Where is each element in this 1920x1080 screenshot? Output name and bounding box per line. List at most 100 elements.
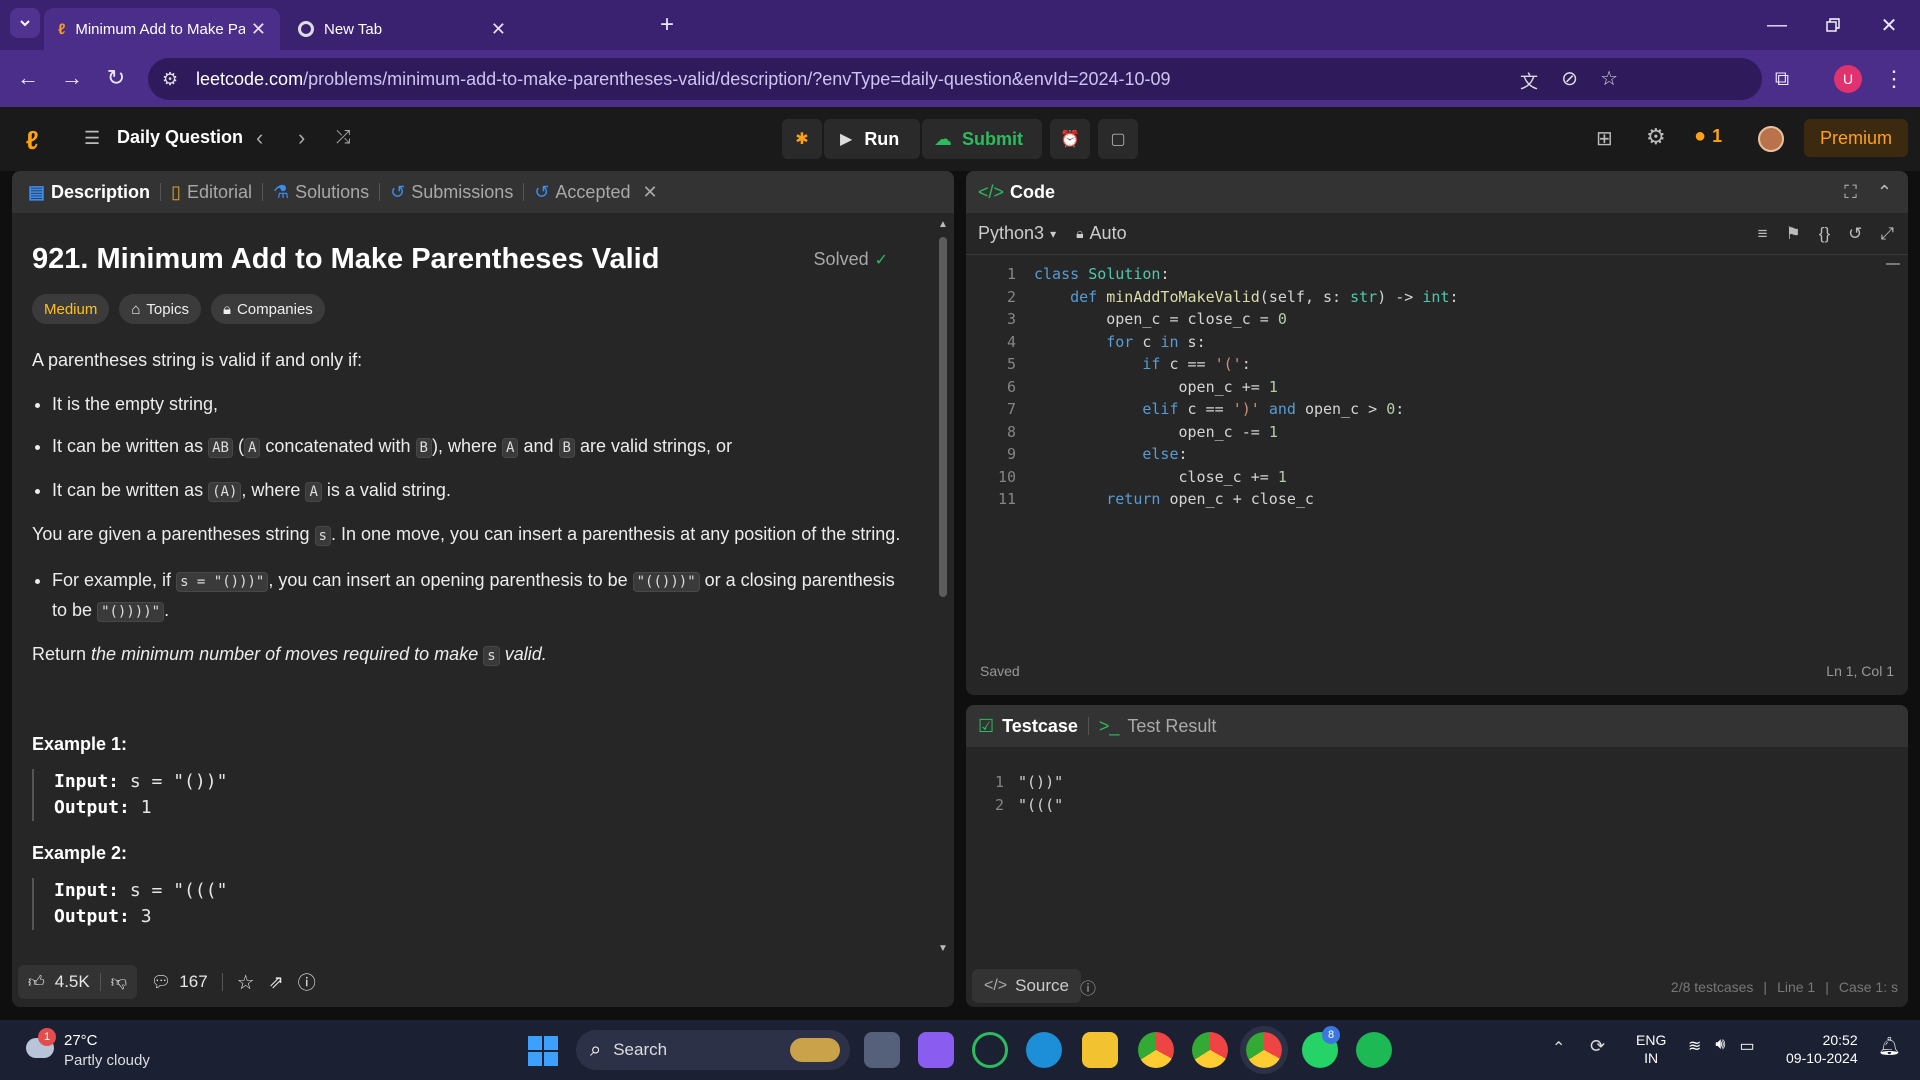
notes-button[interactable]: ▢ <box>1098 119 1138 159</box>
tab-search-button[interactable] <box>10 8 40 38</box>
timer-button[interactable]: ⏰ <box>1050 119 1090 159</box>
chrome-profile-icon[interactable] <box>1192 1032 1228 1068</box>
close-tab-icon[interactable]: ✕ <box>491 19 506 40</box>
tab-accepted[interactable]: ↺ Accepted ✕ <box>524 182 667 203</box>
example-block: Input: s = "())" Output: 1 <box>32 769 922 821</box>
extensions-icon[interactable]: ⧉ <box>1766 63 1798 95</box>
braces-icon[interactable]: {} <box>1819 224 1830 244</box>
chrome-icon[interactable] <box>1138 1032 1174 1068</box>
url-bar[interactable]: ⚙ leetcode.com/problems/minimum-add-to-m… <box>148 58 1762 100</box>
taskbar-search[interactable]: ⌕ Search <box>576 1030 850 1070</box>
forward-button[interactable]: → <box>56 62 88 94</box>
paragraph-emphasis: valid. <box>504 644 547 664</box>
site-info-icon[interactable]: ⚙ <box>162 69 178 90</box>
prev-problem-chevron-left-icon[interactable]: ‹ <box>256 125 263 151</box>
edge-icon[interactable] <box>1026 1032 1062 1068</box>
code-panel: </> Code ⛶ ⌃ Python3 ▾ 🔒︎ Auto ≡ ⚑ {} ↺ ⤢ … <box>966 171 1908 695</box>
topics-label: Topics <box>146 300 189 318</box>
format-lines-icon[interactable]: ≡ <box>1758 224 1768 244</box>
file-explorer-icon[interactable] <box>1082 1032 1118 1068</box>
close-window-button[interactable]: ✕ <box>1874 10 1904 40</box>
back-button[interactable]: ← <box>12 62 44 94</box>
line-number: 3 <box>1006 310 1016 328</box>
tab-testcase[interactable]: ☑ Testcase <box>978 716 1078 737</box>
profile-avatar[interactable]: U <box>1834 65 1862 93</box>
chrome-active-icon[interactable] <box>1240 1026 1288 1074</box>
tab-submissions[interactable]: ↺ Submissions <box>380 182 523 203</box>
user-avatar[interactable] <box>1758 126 1784 152</box>
tab-description[interactable]: ▤ Description <box>18 182 160 203</box>
star-icon[interactable]: ☆ <box>237 970 255 995</box>
leetcode-logo[interactable]: ℓ <box>26 125 39 156</box>
restore-button[interactable] <box>1818 10 1848 40</box>
bookmark-star-icon[interactable]: ☆ <box>1600 66 1618 91</box>
thumbs-up-icon[interactable]: 👍︎ <box>28 973 45 992</box>
spotify-icon[interactable] <box>1356 1032 1392 1068</box>
help-icon[interactable]: ⓘ <box>298 969 316 995</box>
output-label: Output: <box>54 797 130 818</box>
share-icon[interactable]: ⇗ <box>269 972 284 993</box>
weather-widget[interactable]: 1 <box>22 1028 58 1066</box>
clock[interactable]: 20:52 09-10-2024 <box>1786 1031 1858 1067</box>
maximize-icon[interactable]: ⛶ <box>1844 182 1857 203</box>
code-editor[interactable]: 1 class Solution: 2 def minAddToMakeValid(… <box>966 263 1896 511</box>
shuffle-icon[interactable]: ⤮ <box>336 127 350 148</box>
problem-title[interactable]: 921. Minimum Add to Make Parentheses Val… <box>32 243 659 276</box>
close-tab-icon[interactable]: ✕ <box>251 19 266 40</box>
tab-new-tab[interactable]: New Tab ✕ <box>284 8 520 50</box>
app-circle-icon[interactable] <box>972 1032 1008 1068</box>
topics-chip[interactable]: ⌂ Topics <box>119 294 201 324</box>
expand-icon[interactable]: ⤢ <box>1880 224 1894 244</box>
menu-kebab-icon[interactable]: ⋮ <box>1880 63 1908 95</box>
code-line: 8 open_c -= 1 <box>966 421 1896 444</box>
date: 09-10-2024 <box>1786 1050 1858 1066</box>
close-tab-icon[interactable]: ✕ <box>642 182 657 203</box>
autocomplete-mode[interactable]: 🔒︎ Auto <box>1076 223 1126 244</box>
debug-button[interactable]: ✱ <box>782 119 822 159</box>
thumbs-down-icon[interactable]: 👎︎ <box>111 973 127 992</box>
language-indicator[interactable]: ENG IN <box>1636 1031 1666 1067</box>
scroll-up-icon[interactable]: ▲ <box>938 219 948 230</box>
reset-icon[interactable]: ↺ <box>1848 224 1862 244</box>
scroll-down-icon[interactable]: ▼ <box>938 943 948 954</box>
start-button[interactable] <box>528 1036 558 1066</box>
bookmark-icon[interactable]: ⚑ <box>1786 224 1801 244</box>
task-view-icon[interactable] <box>864 1032 900 1068</box>
tab-test-result[interactable]: >_ Test Result <box>1099 716 1217 737</box>
language-select[interactable]: Python3 ▾ <box>978 223 1056 244</box>
scrollbar[interactable]: ▲ ▼ <box>936 219 950 959</box>
tray-chevron-up-icon[interactable]: ⌃ <box>1552 1038 1565 1058</box>
premium-button[interactable]: Premium <box>1804 119 1908 157</box>
new-tab-button[interactable]: + <box>652 10 682 40</box>
notifications-bell-icon[interactable]: 🔔︎ <box>1878 1036 1901 1057</box>
minimize-button[interactable]: — <box>1762 10 1792 40</box>
translate-icon[interactable]: 文 <box>1520 68 1538 94</box>
streak-counter[interactable]: ● 1 <box>1694 125 1722 148</box>
next-problem-chevron-right-icon[interactable]: › <box>298 125 305 151</box>
testcase-editor[interactable]: 1 "())" 2 "(((" <box>966 771 1886 816</box>
submit-button[interactable]: ☁ Submit <box>922 119 1042 159</box>
tab-leetcode[interactable]: ℓ Minimum Add to Make Parenth ✕ <box>44 8 280 50</box>
tab-editorial[interactable]: ▯ Editorial <box>161 182 262 203</box>
source-button[interactable]: </> Source <box>972 969 1082 1003</box>
companies-chip[interactable]: 🔒︎ Companies <box>210 294 325 324</box>
problem-list-icon[interactable]: ☰ <box>84 128 100 149</box>
save-status: Saved <box>980 663 1020 679</box>
eye-off-icon[interactable]: ⊘ <box>1561 66 1578 91</box>
layout-grid-icon[interactable]: ⊞ <box>1596 126 1613 151</box>
system-tray[interactable]: ≋ 🔊︎ ▭ <box>1688 1036 1755 1056</box>
whatsapp-icon[interactable]: 8 <box>1302 1026 1340 1068</box>
code-line: 6 open_c += 1 <box>966 376 1896 399</box>
reload-button[interactable]: ↻ <box>100 62 132 94</box>
collapse-chevron-up-icon[interactable]: ⌃ <box>1877 182 1892 203</box>
tab-solutions[interactable]: ⚗ Solutions <box>263 182 379 203</box>
scrollbar-thumb[interactable] <box>939 237 947 597</box>
sync-icon[interactable]: ⟳ <box>1590 1036 1605 1057</box>
copilot-icon[interactable] <box>918 1032 954 1068</box>
daily-question-link[interactable]: Daily Question <box>117 127 243 148</box>
comments-button[interactable]: 💬︎ 167 <box>151 972 208 992</box>
help-icon[interactable]: ⓘ <box>1080 975 1096 999</box>
run-button[interactable]: ▶ Run <box>824 119 920 159</box>
settings-gear-icon[interactable]: ⚙ <box>1646 124 1666 150</box>
rule-text: are valid strings, or <box>580 436 733 456</box>
